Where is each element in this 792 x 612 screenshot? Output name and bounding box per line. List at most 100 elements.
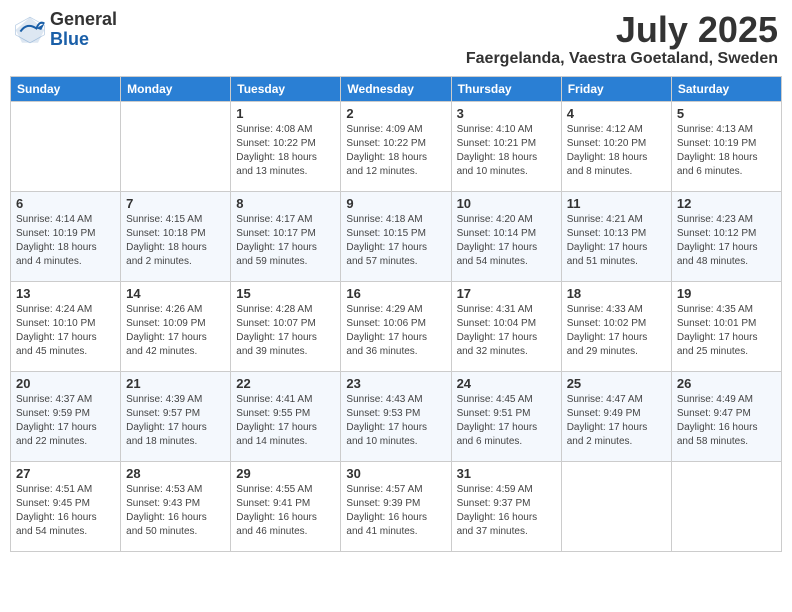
day-info: Sunrise: 4:47 AM Sunset: 9:49 PM Dayligh… <box>567 393 666 449</box>
header-thursday: Thursday <box>451 76 561 101</box>
logo-text: General Blue <box>50 10 117 50</box>
calendar-cell: 6Sunrise: 4:14 AM Sunset: 10:19 PM Dayli… <box>11 191 121 281</box>
day-info: Sunrise: 4:17 AM Sunset: 10:17 PM Daylig… <box>236 213 335 269</box>
day-info: Sunrise: 4:37 AM Sunset: 9:59 PM Dayligh… <box>16 393 115 449</box>
header-wednesday: Wednesday <box>341 76 451 101</box>
calendar-cell: 24 Sunrise: 4:45 AM Sunset: 9:51 PM Dayli… <box>451 371 561 461</box>
day-info: Sunrise: 4:45 AM Sunset: 9:51 PM Dayligh… <box>457 393 556 449</box>
calendar-cell <box>561 461 671 551</box>
day-number: 24 <box>457 376 556 391</box>
day-info: Sunrise: 4:49 AM Sunset: 9:47 PM Dayligh… <box>677 393 776 449</box>
day-number: 22 <box>236 376 335 391</box>
calendar-cell: 30Sunrise: 4:57 AM Sunset: 9:39 PM Dayli… <box>341 461 451 551</box>
day-info: Sunrise: 4:12 AM Sunset: 10:20 PM Daylig… <box>567 123 666 179</box>
calendar-cell: 1Sunrise: 4:08 AM Sunset: 10:22 PM Dayli… <box>231 101 341 191</box>
calendar-cell: 5Sunrise: 4:13 AM Sunset: 10:19 PM Dayli… <box>671 101 781 191</box>
day-number: 2 <box>346 106 445 121</box>
day-info: Sunrise: 4:51 AM Sunset: 9:45 PM Dayligh… <box>16 483 115 539</box>
calendar-cell: 28 Sunrise: 4:53 AM Sunset: 9:43 PM Dayli… <box>121 461 231 551</box>
day-number: 18 <box>567 286 666 301</box>
logo-icon <box>14 14 46 46</box>
calendar-cell: 3 Sunrise: 4:10 AM Sunset: 10:21 PM Dayli… <box>451 101 561 191</box>
day-number: 21 <box>126 376 225 391</box>
calendar-cell: 13 Sunrise: 4:24 AM Sunset: 10:10 PM Dayl… <box>11 281 121 371</box>
day-info: Sunrise: 4:24 AM Sunset: 10:10 PM Daylig… <box>16 303 115 359</box>
logo: General Blue <box>14 10 117 50</box>
calendar-cell: 26 Sunrise: 4:49 AM Sunset: 9:47 PM Dayli… <box>671 371 781 461</box>
logo-general: General <box>50 10 117 30</box>
day-number: 26 <box>677 376 776 391</box>
calendar-cell: 22 Sunrise: 4:41 AM Sunset: 9:55 PM Dayli… <box>231 371 341 461</box>
day-number: 5 <box>677 106 776 121</box>
day-info: Sunrise: 4:57 AM Sunset: 9:39 PM Dayligh… <box>346 483 445 539</box>
calendar-cell <box>671 461 781 551</box>
day-number: 13 <box>16 286 115 301</box>
day-number: 15 <box>236 286 335 301</box>
calendar-cell: 10Sunrise: 4:20 AM Sunset: 10:14 PM Dayl… <box>451 191 561 281</box>
day-info: Sunrise: 4:33 AM Sunset: 10:02 PM Daylig… <box>567 303 666 359</box>
day-info: Sunrise: 4:28 AM Sunset: 10:07 PM Daylig… <box>236 303 335 359</box>
day-number: 31 <box>457 466 556 481</box>
calendar-cell: 11Sunrise: 4:21 AM Sunset: 10:13 PM Dayl… <box>561 191 671 281</box>
day-info: Sunrise: 4:41 AM Sunset: 9:55 PM Dayligh… <box>236 393 335 449</box>
day-number: 28 <box>126 466 225 481</box>
calendar-header-row: SundayMondayTuesdayWednesdayThursdayFrid… <box>11 76 782 101</box>
calendar-week-1: 1Sunrise: 4:08 AM Sunset: 10:22 PM Dayli… <box>11 101 782 191</box>
calendar-cell: 15 Sunrise: 4:28 AM Sunset: 10:07 PM Dayl… <box>231 281 341 371</box>
header-sunday: Sunday <box>11 76 121 101</box>
day-info: Sunrise: 4:35 AM Sunset: 10:01 PM Daylig… <box>677 303 776 359</box>
day-info: Sunrise: 4:15 AM Sunset: 10:18 PM Daylig… <box>126 213 225 269</box>
day-info: Sunrise: 4:18 AM Sunset: 10:15 PM Daylig… <box>346 213 445 269</box>
day-number: 17 <box>457 286 556 301</box>
calendar-cell: 7 Sunrise: 4:15 AM Sunset: 10:18 PM Dayli… <box>121 191 231 281</box>
header-monday: Monday <box>121 76 231 101</box>
calendar-week-4: 20 Sunrise: 4:37 AM Sunset: 9:59 PM Dayli… <box>11 371 782 461</box>
title-block: July 2025 Faergelanda, Vaestra Goetaland… <box>466 10 778 68</box>
header-saturday: Saturday <box>671 76 781 101</box>
day-number: 27 <box>16 466 115 481</box>
calendar-cell: 19 Sunrise: 4:35 AM Sunset: 10:01 PM Dayl… <box>671 281 781 371</box>
day-number: 9 <box>346 196 445 211</box>
calendar-cell <box>11 101 121 191</box>
day-info: Sunrise: 4:23 AM Sunset: 10:12 PM Daylig… <box>677 213 776 269</box>
calendar-cell: 27 Sunrise: 4:51 AM Sunset: 9:45 PM Dayli… <box>11 461 121 551</box>
day-info: Sunrise: 4:53 AM Sunset: 9:43 PM Dayligh… <box>126 483 225 539</box>
calendar-week-2: 6Sunrise: 4:14 AM Sunset: 10:19 PM Dayli… <box>11 191 782 281</box>
day-info: Sunrise: 4:29 AM Sunset: 10:06 PM Daylig… <box>346 303 445 359</box>
calendar-cell: 31 Sunrise: 4:59 AM Sunset: 9:37 PM Dayli… <box>451 461 561 551</box>
day-number: 25 <box>567 376 666 391</box>
calendar-cell: 9 Sunrise: 4:18 AM Sunset: 10:15 PM Dayli… <box>341 191 451 281</box>
day-number: 14 <box>126 286 225 301</box>
day-number: 7 <box>126 196 225 211</box>
day-number: 16 <box>346 286 445 301</box>
day-info: Sunrise: 4:10 AM Sunset: 10:21 PM Daylig… <box>457 123 556 179</box>
logo-blue: Blue <box>50 30 117 50</box>
day-info: Sunrise: 4:39 AM Sunset: 9:57 PM Dayligh… <box>126 393 225 449</box>
day-number: 8 <box>236 196 335 211</box>
day-number: 19 <box>677 286 776 301</box>
calendar-cell: 23 Sunrise: 4:43 AM Sunset: 9:53 PM Dayli… <box>341 371 451 461</box>
day-number: 4 <box>567 106 666 121</box>
day-info: Sunrise: 4:43 AM Sunset: 9:53 PM Dayligh… <box>346 393 445 449</box>
day-number: 20 <box>16 376 115 391</box>
day-info: Sunrise: 4:26 AM Sunset: 10:09 PM Daylig… <box>126 303 225 359</box>
day-number: 3 <box>457 106 556 121</box>
day-info: Sunrise: 4:08 AM Sunset: 10:22 PM Daylig… <box>236 123 335 179</box>
calendar-cell: 2Sunrise: 4:09 AM Sunset: 10:22 PM Dayli… <box>341 101 451 191</box>
day-number: 23 <box>346 376 445 391</box>
calendar-cell: 8 Sunrise: 4:17 AM Sunset: 10:17 PM Dayli… <box>231 191 341 281</box>
day-number: 12 <box>677 196 776 211</box>
page-header: General Blue July 2025 Faergelanda, Vaes… <box>10 10 782 68</box>
calendar-cell <box>121 101 231 191</box>
header-friday: Friday <box>561 76 671 101</box>
calendar-cell: 29Sunrise: 4:55 AM Sunset: 9:41 PM Dayli… <box>231 461 341 551</box>
day-info: Sunrise: 4:20 AM Sunset: 10:14 PM Daylig… <box>457 213 556 269</box>
day-info: Sunrise: 4:59 AM Sunset: 9:37 PM Dayligh… <box>457 483 556 539</box>
month-title: July 2025 <box>466 10 778 50</box>
calendar-table: SundayMondayTuesdayWednesdayThursdayFrid… <box>10 76 782 552</box>
location-title: Faergelanda, Vaestra Goetaland, Sweden <box>466 50 778 68</box>
calendar-week-5: 27 Sunrise: 4:51 AM Sunset: 9:45 PM Dayli… <box>11 461 782 551</box>
day-info: Sunrise: 4:31 AM Sunset: 10:04 PM Daylig… <box>457 303 556 359</box>
day-info: Sunrise: 4:14 AM Sunset: 10:19 PM Daylig… <box>16 213 115 269</box>
header-tuesday: Tuesday <box>231 76 341 101</box>
